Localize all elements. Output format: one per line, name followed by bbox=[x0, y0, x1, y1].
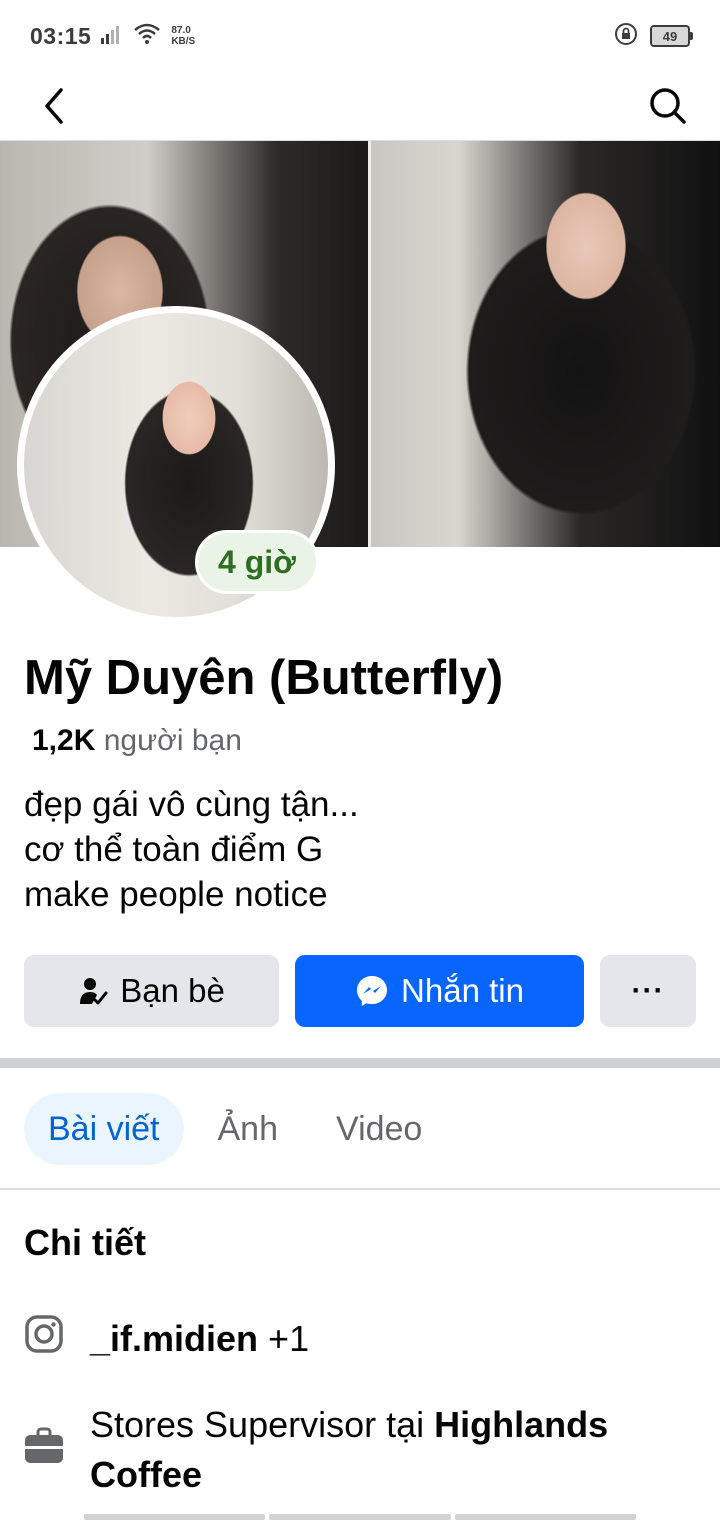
photo-thumbnail[interactable] bbox=[84, 1514, 266, 1520]
instagram-icon bbox=[24, 1314, 64, 1354]
section-divider bbox=[0, 1058, 720, 1068]
search-button[interactable] bbox=[644, 82, 692, 130]
message-button[interactable]: Nhắn tin bbox=[295, 955, 584, 1027]
wifi-icon bbox=[133, 23, 161, 50]
profile-name: Mỹ Duyên (Butterfly) bbox=[24, 651, 504, 705]
back-button[interactable] bbox=[30, 82, 78, 130]
briefcase-icon bbox=[24, 1426, 64, 1466]
tab-photos[interactable]: Ảnh bbox=[194, 1093, 303, 1165]
profile-actions: Bạn bè Nhắn tin ··· bbox=[24, 955, 696, 1027]
instagram-row[interactable]: _if.midien +1 bbox=[24, 1314, 309, 1364]
search-icon bbox=[650, 88, 686, 124]
photo-thumbnail[interactable] bbox=[454, 1514, 636, 1520]
net-speed: 87.0 KB/S bbox=[171, 25, 195, 47]
work-text: Stores Supervisor tại Highlands Coffee bbox=[90, 1400, 670, 1500]
friend-check-icon bbox=[80, 978, 108, 1005]
story-time-badge[interactable]: 4 giờ bbox=[195, 530, 319, 594]
friends-count: 1,2K bbox=[32, 724, 96, 757]
photo-strip-peek bbox=[84, 1514, 636, 1520]
bio: đẹp gái vô cùng tận... cơ thể toàn điểm … bbox=[24, 782, 359, 917]
chevron-left-icon bbox=[45, 88, 63, 124]
tabs-divider bbox=[0, 1188, 720, 1190]
instagram-text: _if.midien +1 bbox=[90, 1314, 309, 1364]
work-position: Stores Supervisor tại bbox=[90, 1404, 425, 1445]
battery-indicator: 49 bbox=[650, 25, 693, 47]
rotation-lock-icon bbox=[614, 22, 638, 51]
bio-line: make people notice bbox=[24, 875, 328, 914]
signal-icon bbox=[101, 24, 123, 49]
tab-posts[interactable]: Bài viết bbox=[24, 1093, 184, 1165]
instagram-handle[interactable]: _if.midien bbox=[90, 1318, 258, 1359]
friends-count-line[interactable]: 1,2K người bạn bbox=[32, 724, 242, 758]
friends-label: người bạn bbox=[103, 724, 242, 757]
photo-thumbnail[interactable] bbox=[269, 1514, 451, 1520]
friends-button-label: Bạn bè bbox=[120, 972, 225, 1009]
net-speed-value: 87.0 bbox=[171, 25, 191, 36]
net-speed-unit: KB/S bbox=[171, 36, 196, 47]
message-button-label: Nhắn tin bbox=[401, 972, 524, 1009]
bio-line: đẹp gái vô cùng tận... bbox=[24, 785, 359, 824]
work-row: Stores Supervisor tại Highlands Coffee bbox=[24, 1400, 670, 1500]
instagram-extra: +1 bbox=[268, 1318, 310, 1359]
top-nav bbox=[0, 72, 720, 140]
status-left: 03:15 87.0 KB/S bbox=[30, 23, 195, 50]
profile-tabs: Bài viết Ảnh Video bbox=[24, 1092, 446, 1166]
status-bar: 03:15 87.0 KB/S 49 bbox=[0, 0, 720, 72]
status-time: 03:15 bbox=[30, 22, 92, 49]
messenger-icon bbox=[357, 976, 388, 1006]
details-title: Chi tiết bbox=[24, 1222, 146, 1263]
more-options-button[interactable]: ··· bbox=[600, 955, 696, 1027]
friends-button[interactable]: Bạn bè bbox=[24, 955, 279, 1027]
cover-photo-right bbox=[368, 141, 720, 547]
bio-line: cơ thể toàn điểm G bbox=[24, 830, 324, 869]
tab-videos[interactable]: Video bbox=[312, 1093, 446, 1165]
status-right: 49 bbox=[614, 22, 693, 51]
more-options-label: ··· bbox=[631, 974, 665, 1007]
